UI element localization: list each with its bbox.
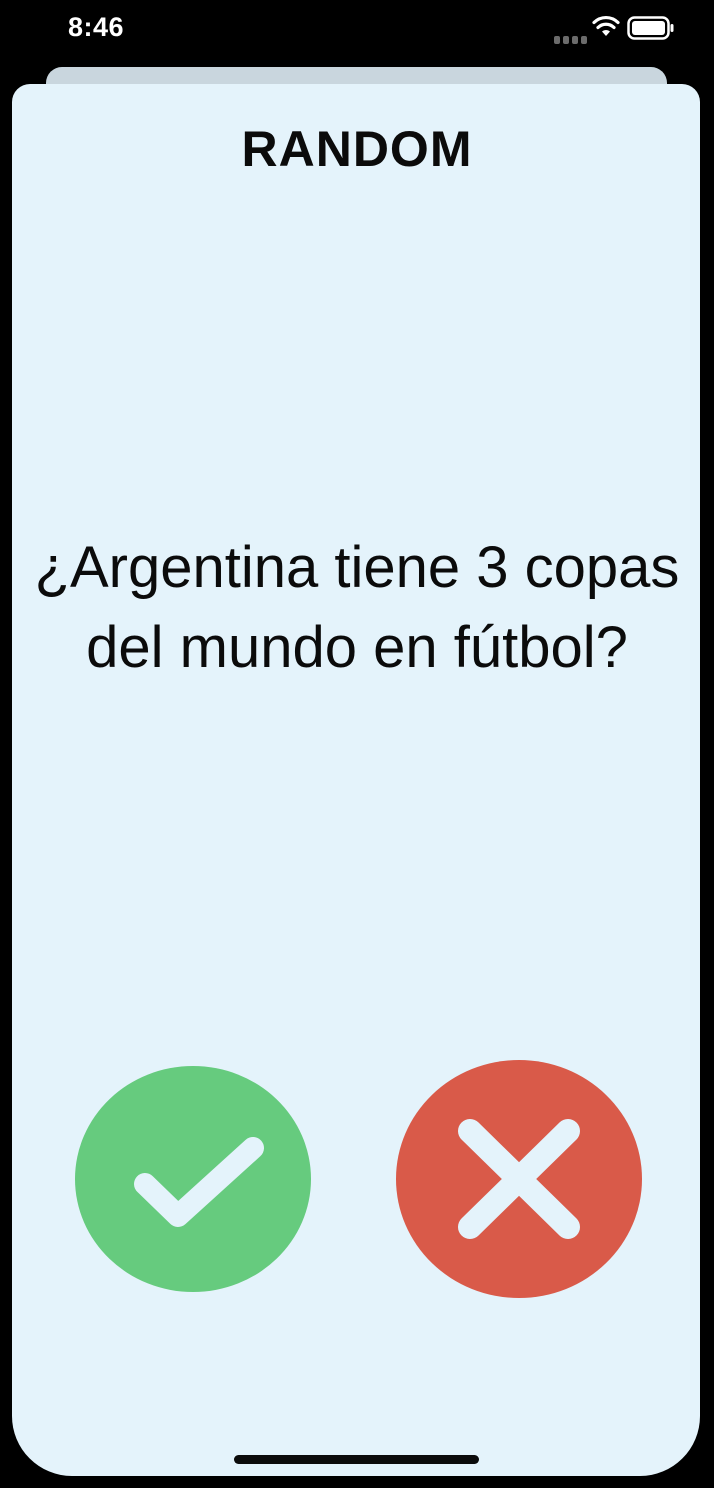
no-button[interactable] <box>396 1060 642 1298</box>
wifi-icon <box>592 14 620 38</box>
status-bar: 8:46 <box>0 0 714 60</box>
close-icon <box>458 1119 580 1239</box>
screen: 8:46 RANDOM ¿Argentina tiene 3 copas del… <box>0 0 714 1488</box>
battery-icon <box>627 16 675 40</box>
checkmark-icon <box>134 1137 264 1227</box>
home-indicator[interactable] <box>234 1455 479 1464</box>
signal-icon <box>554 31 588 44</box>
yes-button[interactable] <box>75 1066 311 1292</box>
status-time: 8:46 <box>68 12 125 42</box>
category-title: RANDOM <box>241 121 473 177</box>
question-text: ¿Argentina tiene 3 copas del mundo en fú… <box>34 535 680 680</box>
